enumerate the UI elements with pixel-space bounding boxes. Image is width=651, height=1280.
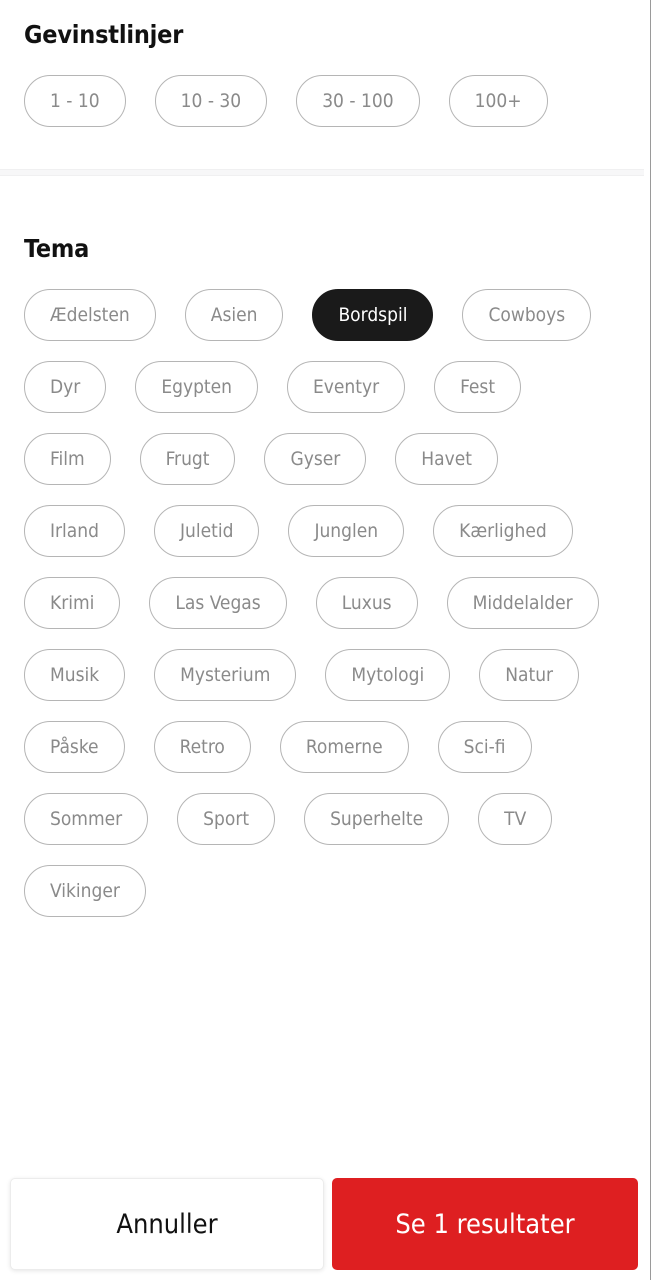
chip-tema[interactable]: Vikinger bbox=[24, 865, 146, 917]
cancel-button[interactable]: Annuller bbox=[10, 1178, 324, 1270]
chip-tema[interactable]: Sci-fi bbox=[437, 721, 532, 773]
chip-tema[interactable]: Cowboys bbox=[462, 289, 592, 341]
chip-tema[interactable]: Sport bbox=[177, 793, 276, 845]
chip-tema[interactable]: Egypten bbox=[135, 361, 258, 413]
see-results-button[interactable]: Se 1 resultater bbox=[332, 1178, 638, 1270]
filter-scroll-body[interactable]: Gevinstlinjer 1 - 10 10 - 30 30 - 100 100+ … bbox=[0, 0, 644, 1168]
chip-group-gevinstlinjer: 1 - 10 10 - 30 30 - 100 100+ bbox=[24, 75, 620, 127]
chip-tema[interactable]: Dyr bbox=[24, 361, 107, 413]
chip-tema[interactable]: Ædelsten bbox=[24, 289, 156, 341]
chip-tema[interactable]: Las Vegas bbox=[149, 577, 287, 629]
chip-tema[interactable]: Superhelte bbox=[304, 793, 450, 845]
chip-tema[interactable]: Musik bbox=[24, 649, 126, 701]
chip-gevinstlinjer[interactable]: 10 - 30 bbox=[154, 75, 268, 127]
chip-tema[interactable]: Mysterium bbox=[154, 649, 297, 701]
chip-tema[interactable]: Havet bbox=[395, 433, 498, 485]
section-tema: Tema Ædelsten Asien Bordspil Cowboys Dyr Egyp… bbox=[0, 176, 644, 917]
section-title-gevinstlinjer: Gevinstlinjer bbox=[24, 20, 184, 49]
chip-tema[interactable]: Romerne bbox=[279, 721, 409, 773]
chip-tema[interactable]: Frugt bbox=[139, 433, 236, 485]
chip-tema[interactable]: Kærlighed bbox=[433, 505, 573, 557]
chip-tema[interactable]: Luxus bbox=[315, 577, 418, 629]
chip-tema[interactable]: Natur bbox=[479, 649, 580, 701]
chip-tema[interactable]: Film bbox=[24, 433, 111, 485]
chip-tema[interactable]: Gyser bbox=[264, 433, 367, 485]
chip-tema[interactable]: Påske bbox=[24, 721, 125, 773]
chip-tema[interactable]: Fest bbox=[434, 361, 522, 413]
chip-tema[interactable]: Junglen bbox=[288, 505, 405, 557]
chip-tema[interactable]: Asien bbox=[184, 289, 284, 341]
chip-tema[interactable]: Krimi bbox=[24, 577, 121, 629]
chip-tema[interactable]: Juletid bbox=[153, 505, 260, 557]
chip-tema[interactable]: Bordspil bbox=[312, 289, 434, 341]
action-bar: Annuller Se 1 resultater bbox=[0, 1168, 644, 1280]
chip-tema[interactable]: TV bbox=[478, 793, 553, 845]
chip-gevinstlinjer[interactable]: 1 - 10 bbox=[24, 75, 126, 127]
chip-gevinstlinjer[interactable]: 30 - 100 bbox=[296, 75, 420, 127]
section-divider bbox=[0, 169, 644, 176]
chip-gevinstlinjer[interactable]: 100+ bbox=[448, 75, 548, 127]
chip-tema[interactable]: Sommer bbox=[24, 793, 149, 845]
chip-tema[interactable]: Retro bbox=[153, 721, 251, 773]
section-title-tema: Tema bbox=[24, 234, 90, 263]
section-gevinstlinjer: Gevinstlinjer 1 - 10 10 - 30 30 - 100 100+ bbox=[0, 0, 644, 169]
chip-tema[interactable]: Mytologi bbox=[325, 649, 451, 701]
chip-tema[interactable]: Irland bbox=[24, 505, 125, 557]
chip-group-tema: Ædelsten Asien Bordspil Cowboys Dyr Egypten Ev… bbox=[24, 289, 620, 917]
filter-screen: Gevinstlinjer 1 - 10 10 - 30 30 - 100 100+ … bbox=[0, 0, 651, 1280]
chip-tema[interactable]: Middelalder bbox=[446, 577, 599, 629]
chip-tema[interactable]: Eventyr bbox=[287, 361, 406, 413]
